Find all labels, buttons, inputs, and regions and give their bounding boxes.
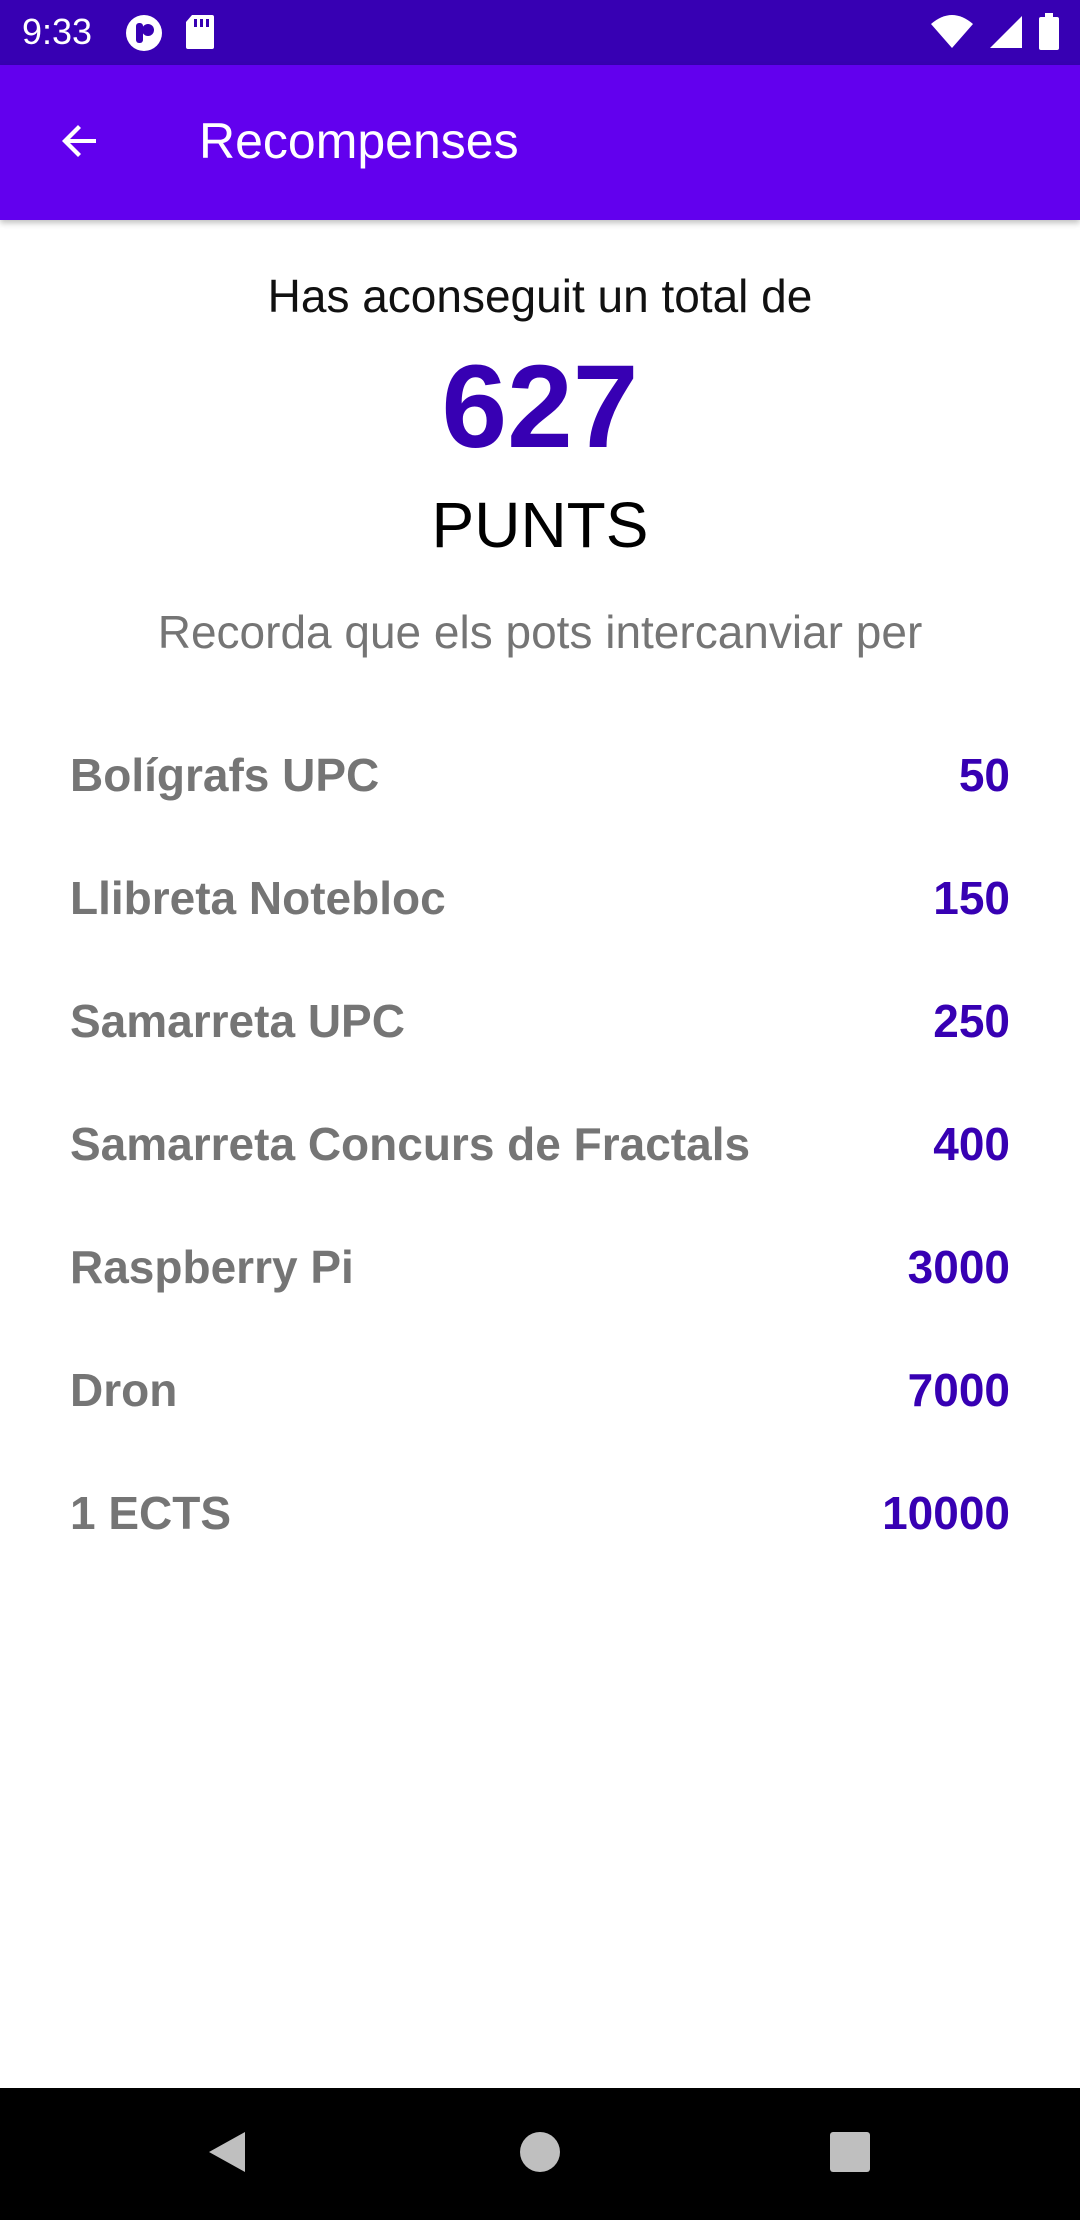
nav-home-icon [518,2130,562,2179]
reward-name: Raspberry Pi [70,1240,354,1293]
points-unit: PUNTS [431,489,649,561]
reward-row: Dron 7000 [70,1328,1010,1451]
reward-row: 1 ECTS 10000 [70,1451,1010,1574]
app-notification-icon [124,13,164,53]
reward-name: Samarreta UPC [70,994,405,1047]
reward-name: Bolígrafs UPC [70,748,380,801]
status-left-icons [124,13,216,53]
page-title: Recompenses [199,113,519,169]
back-button[interactable] [40,103,120,183]
reward-cost: 3000 [907,1240,1010,1293]
nav-back-icon [205,2128,249,2181]
sd-card-icon [184,13,216,53]
rewards-list: Bolígrafs UPC 50 Llibreta Notebloc 150 S… [70,713,1010,1574]
status-time: 9:33 [22,11,93,52]
wifi-icon [930,14,974,50]
nav-home-button[interactable] [510,2124,570,2184]
system-nav-bar [0,2088,1080,2220]
reminder-text: Recorda que els pots intercanviar per [157,606,923,658]
reward-cost: 50 [958,748,1010,801]
nav-back-button[interactable] [197,2124,257,2184]
nav-recents-button[interactable] [820,2124,880,2184]
status-right-icons [930,13,1060,51]
reward-name: Llibreta Notebloc [70,871,446,924]
reward-cost: 10000 [882,1486,1010,1539]
app-bar: Recompenses [0,65,1080,220]
reward-name: Dron [70,1363,178,1416]
reward-row: Samarreta UPC 250 [70,959,1010,1082]
arrow-back-icon [56,117,104,170]
points-total: 627 [441,341,639,473]
reward-cost: 7000 [907,1363,1010,1416]
reward-name: Samarreta Concurs de Fractals [70,1117,751,1170]
reward-cost: 250 [933,994,1010,1047]
status-bar: 9:33 [0,0,1080,65]
intro-text: Has aconseguit un total de [267,270,813,322]
reward-cost: 150 [933,871,1010,924]
reward-cost: 400 [933,1117,1010,1170]
nav-recents-icon [829,2131,871,2178]
battery-icon [1038,13,1060,51]
reward-row: Bolígrafs UPC 50 [70,713,1010,836]
reward-row: Llibreta Notebloc 150 [70,836,1010,959]
reward-row: Raspberry Pi 3000 [70,1205,1010,1328]
reward-name: 1 ECTS [70,1486,232,1539]
reward-row: Samarreta Concurs de Fractals 400 [70,1082,1010,1205]
cell-signal-icon [988,14,1024,50]
